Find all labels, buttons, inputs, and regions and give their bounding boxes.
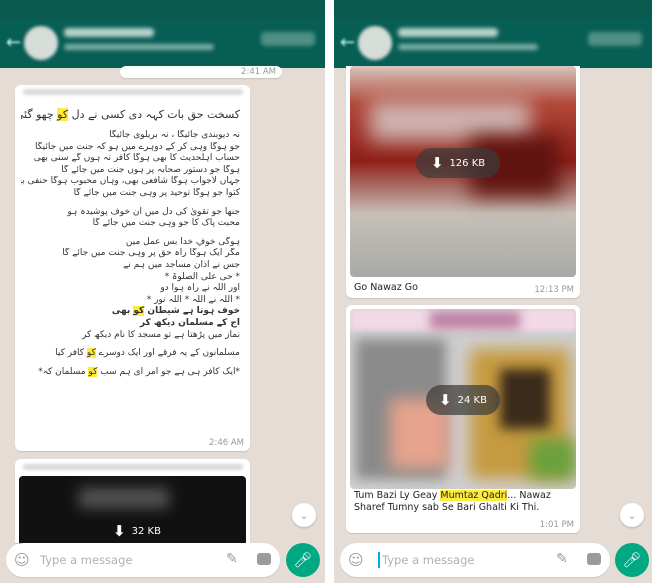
message-time: 1:01 PM	[539, 520, 574, 530]
download-arrow-icon: ⬇	[439, 391, 452, 409]
download-arrow-icon: ⬇	[430, 154, 444, 172]
sender-name-blurred	[23, 89, 243, 95]
message-input-bar[interactable]: ☺ Type a message ✎	[340, 543, 610, 577]
back-arrow-icon[interactable]: ←	[340, 32, 355, 53]
message-input-placeholder[interactable]: Type a message	[382, 553, 474, 567]
chat-title-blurred[interactable]	[398, 28, 498, 37]
status-bar	[0, 0, 325, 20]
message-line: کتوا جو ہوگا توحید پر وہی جنت میں جائے گ…	[73, 187, 240, 198]
chat-subtitle-blurred	[398, 44, 538, 50]
message-line: جنھا جو تقویٰ کی دل میں ان خوف پوشیدہ ہو	[67, 206, 240, 217]
message-input-bar[interactable]: ☺ Type a message ✎	[6, 543, 280, 577]
message-line: جو ہوگا وہی کر کے دوہرے میں ہو کہ جنت می…	[34, 141, 240, 152]
message-time: 2:46 AM	[209, 438, 244, 448]
message-line: مسلمانوں کے یہ فرقے اور ایک دوسرے کو کاف…	[55, 348, 240, 359]
paperclip-icon[interactable]: ✎	[556, 551, 568, 567]
urdu-message-text: کسخت حق بات کہہ دی کسی نے دل کو چھو گئی …	[21, 107, 240, 378]
scroll-down-button[interactable]: ⌄	[292, 503, 316, 527]
paperclip-icon[interactable]: ✎	[226, 551, 238, 567]
camera-icon[interactable]	[257, 553, 271, 565]
highlighted-word: کو	[88, 366, 98, 377]
microphone-icon: 🎤︎	[622, 551, 642, 569]
message-time: 12:13 PM	[534, 285, 574, 295]
status-bar	[334, 0, 652, 20]
download-arrow-icon: ⬇	[113, 522, 126, 540]
download-size: 24 KB	[457, 394, 487, 406]
left-chat-screen: ← 2:41 AM کسخت حق بات کہہ دی کسی نے دل ک…	[0, 0, 325, 583]
download-size: 32 KB	[131, 525, 161, 537]
chat-header: ←	[0, 20, 325, 68]
right-chat-screen: ← ⬇ 126 KB Go Nawaz Go 12:13 PM ⬇ 24 KB …	[334, 0, 652, 583]
caption-text: Sharef Tumny sab Se Bari Ghalti Ki Thi.	[354, 502, 540, 513]
highlighted-word: کو	[57, 108, 69, 121]
message-line: نہ دیوبندی جائیگا ، نہ بریلوی جائیگا	[109, 130, 240, 140]
message-bubble-image[interactable]: ⬇ 32 KB	[15, 459, 250, 546]
sender-name-blurred	[23, 464, 243, 470]
double-chevron-down-icon: ⌄	[627, 508, 637, 522]
scroll-down-button[interactable]: ⌄	[620, 503, 644, 527]
double-chevron-down-icon: ⌄	[299, 508, 309, 522]
download-button[interactable]: ⬇ 32 KB	[107, 519, 167, 543]
message-line: ہوگی خوفِ خدا بس عمل میں	[125, 236, 240, 247]
smiley-icon[interactable]: ☺	[14, 551, 30, 569]
chat-title-blurred[interactable]	[64, 28, 154, 37]
message-time: 2:41 AM	[241, 67, 276, 77]
download-button[interactable]: ⬇ 24 KB	[426, 385, 500, 415]
download-button[interactable]: ⬇ 126 KB	[416, 148, 500, 178]
highlighted-word: کو	[133, 306, 145, 317]
image-message-mumtaz-qadri[interactable]: ⬇ 24 KB Tum Bazi Ly Geay Mumtaz Qadri...…	[346, 305, 580, 533]
camera-icon[interactable]	[587, 553, 601, 565]
back-arrow-icon[interactable]: ←	[6, 32, 21, 53]
message-line: نماز میں پڑھتا ہے تو مسجد کا نام دیکھ کر	[82, 329, 240, 340]
panel-divider	[325, 0, 334, 583]
microphone-button[interactable]: 🎤︎	[286, 543, 320, 577]
message-line: اور اللہ نے راہ ہوا دو	[160, 283, 240, 294]
header-action-icons[interactable]	[261, 32, 315, 46]
message-line: جس نے اذان مساجد میں ہم نے	[123, 259, 240, 270]
message-line: کسخت حق بات کہہ دی کسی نے دل کو چھو گئی	[21, 107, 240, 123]
smiley-icon[interactable]: ☺	[348, 551, 364, 569]
message-line: * حی علی الصلوۃ *	[164, 271, 240, 282]
avatar[interactable]	[358, 26, 392, 60]
chat-header: ←	[334, 20, 652, 68]
text-cursor	[378, 552, 380, 568]
download-size: 126 KB	[449, 157, 486, 169]
message-input-placeholder[interactable]: Type a message	[40, 553, 132, 567]
avatar[interactable]	[24, 26, 58, 60]
image-caption: Tum Bazi Ly Geay Mumtaz Qadri... Nawaz S…	[354, 490, 551, 514]
microphone-button[interactable]: 🎤︎	[615, 543, 649, 577]
message-line: محبت پاک کا جو وہی جنت میں جائے گا	[92, 218, 240, 229]
message-bubble-previous: 2:41 AM	[120, 66, 282, 78]
image-message-go-nawaz-go[interactable]: ⬇ 126 KB Go Nawaz Go 12:13 PM	[346, 66, 580, 298]
message-line: *ایک کافر ہی ہے جو امر ای ہم سب کو مسلما…	[38, 366, 240, 377]
highlighted-word: کو	[86, 348, 96, 359]
message-line: خوف ہوتا ہے شیطان کو بھی	[111, 306, 240, 317]
caption-text: Tum Bazi Ly Geay	[354, 490, 441, 501]
message-line: ہوگا جو دستور صحابہ پر ہوں جنت میں جائے …	[61, 164, 240, 175]
message-bubble-urdu[interactable]: کسخت حق بات کہہ دی کسی نے دل کو چھو گئی …	[15, 85, 250, 451]
microphone-icon: 🎤︎	[293, 551, 313, 569]
message-line: آج کے مسلمان دیکھ کر	[139, 317, 240, 328]
message-line: * اللہ نے اللہ * اللہ نور *	[146, 294, 240, 305]
message-line: جہاں لاجواب ہوگا شافعی بھی، وہاں محبوب ہ…	[21, 176, 240, 187]
chat-subtitle-blurred	[64, 44, 214, 50]
caption-text: ... Nawaz	[507, 490, 551, 501]
message-line: مگر ایک ہوگا راہ حق پر وہی جنت میں جائے …	[62, 248, 240, 259]
header-action-icons[interactable]	[588, 32, 642, 46]
message-line: حساب اہلحدیث کا بھی ہوگا کافر نہ ہوں گے …	[33, 153, 240, 164]
caption-highlight: Mumtaz Qadri	[440, 490, 508, 501]
image-caption: Go Nawaz Go	[354, 282, 418, 293]
